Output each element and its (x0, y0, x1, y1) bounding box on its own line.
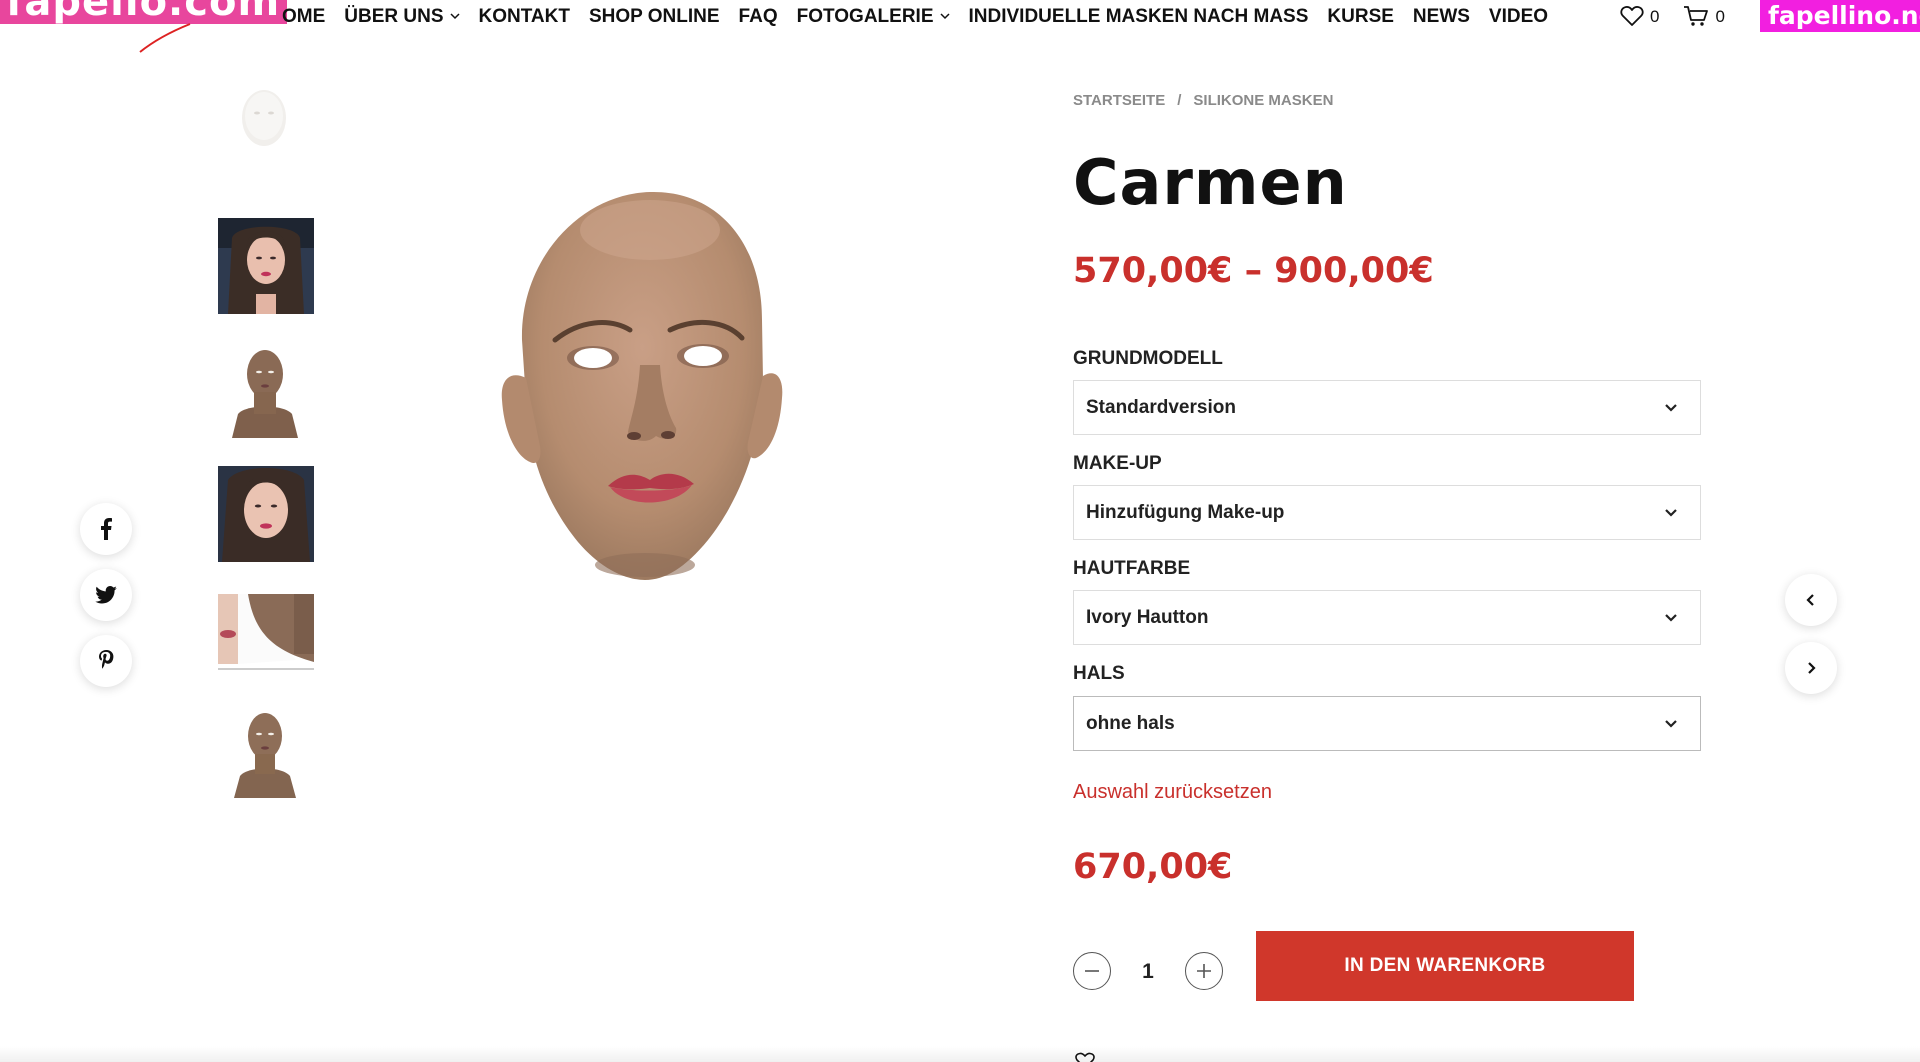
breadcrumb-home-link[interactable]: STARTSEITE (1073, 93, 1165, 108)
thumbnail-1[interactable] (218, 80, 314, 176)
nav-faq[interactable]: FAQ (739, 7, 778, 26)
cart-count: 0 (1715, 6, 1725, 26)
quantity-stepper: 1 (1073, 952, 1223, 990)
hautfarbe-select[interactable]: Ivory Hautton (1073, 590, 1701, 645)
make-up-select[interactable]: Hinzufügung Make-up (1073, 485, 1701, 540)
share-twitter-button[interactable] (80, 569, 132, 621)
product-main-image[interactable] (480, 170, 810, 590)
nav-fotogalerie[interactable]: FOTOGALERIE (797, 7, 950, 26)
product-title: Carmen (1073, 146, 1348, 219)
thumbnail-2[interactable] (218, 218, 314, 314)
chevron-right-icon (1808, 662, 1816, 674)
breadcrumb-separator: / (1177, 92, 1182, 109)
facebook-icon (101, 518, 112, 540)
pinterest-icon (99, 650, 114, 669)
thumbnail-woman-image (218, 218, 314, 314)
chevron-down-icon (939, 13, 950, 20)
chevron-down-icon (1665, 719, 1677, 728)
previous-product-button[interactable] (1785, 574, 1837, 626)
price-range: 570,00€ – 900,00€ (1073, 251, 1434, 291)
add-to-cart-button[interactable]: IN DEN WARENKORB (1256, 931, 1634, 1001)
watermark-logo-right: fapellino.net (1760, 0, 1920, 32)
chevron-down-icon (1665, 403, 1677, 412)
share-facebook-button[interactable] (80, 503, 132, 555)
reset-variations-link[interactable]: Auswahl zurücksetzen (1073, 782, 1272, 802)
chevron-down-icon (1665, 613, 1677, 622)
thumbnail-3[interactable] (218, 342, 314, 438)
next-product-button[interactable] (1785, 642, 1837, 694)
thumbnail-6[interactable] (218, 702, 314, 798)
select-value: ohne hals (1086, 713, 1175, 734)
thumbnail-mask-with-neck-2-image (218, 702, 314, 798)
footer-edge (0, 1046, 1920, 1062)
variation-label-make-up: MAKE-UP (1073, 453, 1162, 474)
nav-ueber-uns[interactable]: ÜBER UNS (344, 7, 460, 26)
nav-home[interactable]: OME (282, 7, 325, 26)
variation-label-hautfarbe: HAUTFARBE (1073, 558, 1191, 579)
share-buttons (80, 503, 132, 687)
thumbnail-lips-detail-image (218, 590, 314, 686)
chevron-down-icon (1665, 508, 1677, 517)
wishlist-heart-icon[interactable] (1075, 1052, 1095, 1062)
minus-icon (1085, 970, 1099, 972)
breadcrumb: STARTSEITE / SILIKONE MASKEN (1073, 93, 1333, 108)
grundmodell-select[interactable]: Standardversion (1073, 380, 1701, 435)
quantity-decrease-button[interactable] (1073, 952, 1111, 990)
watermark-logo-left: fapello.com (0, 0, 287, 24)
chevron-down-icon (449, 13, 460, 20)
variation-price: 670,00€ (1073, 847, 1233, 887)
variation-label-hals: HALS (1073, 663, 1125, 684)
thumbnail-white-mask-image (242, 90, 286, 146)
thumbnail-4[interactable] (218, 466, 314, 562)
thumbnail-5[interactable] (218, 590, 314, 686)
quantity-input[interactable]: 1 (1131, 961, 1165, 982)
twitter-icon (95, 586, 117, 604)
product-summary: STARTSEITE / SILIKONE MASKEN Carmen 570,… (1073, 0, 1713, 1062)
logo-red-stroke (139, 23, 191, 53)
plus-icon (1197, 964, 1211, 978)
thumbnail-woman-closeup-image (218, 466, 314, 562)
nav-kontakt[interactable]: KONTAKT (479, 7, 570, 26)
select-value: Hinzufügung Make-up (1086, 502, 1285, 523)
quantity-increase-button[interactable] (1185, 952, 1223, 990)
hals-select[interactable]: ohne hals (1073, 696, 1701, 751)
select-value: Standardversion (1086, 397, 1236, 418)
share-pinterest-button[interactable] (80, 635, 132, 687)
nav-shop-online[interactable]: SHOP ONLINE (589, 7, 720, 26)
chevron-left-icon (1806, 594, 1814, 606)
breadcrumb-category-link[interactable]: SILIKONE MASKEN (1193, 93, 1333, 108)
thumbnail-mask-with-neck-image (218, 342, 314, 438)
select-value: Ivory Hautton (1086, 607, 1209, 628)
variation-label-grundmodell: GRUNDMODELL (1073, 348, 1223, 369)
